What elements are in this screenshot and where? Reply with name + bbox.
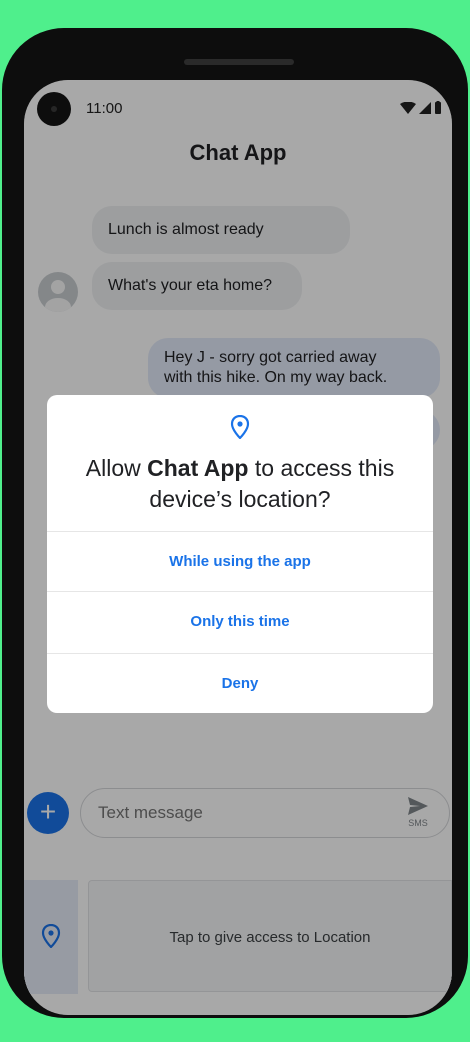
location-permission-dialog: Allow Chat App to access this device’s l… bbox=[47, 395, 433, 713]
device-screen: 11:00 Chat App Lunch is almost ready Wha… bbox=[24, 80, 452, 1015]
dialog-title-line2: device’s location? bbox=[149, 486, 331, 512]
dialog-title: Allow Chat App to access this device’s l… bbox=[71, 453, 409, 515]
while-using-app-button[interactable]: While using the app bbox=[47, 531, 433, 591]
phone-frame: 11:00 Chat App Lunch is almost ready Wha… bbox=[2, 28, 468, 1018]
dialog-title-prefix: Allow bbox=[85, 455, 148, 481]
speaker-grille bbox=[184, 59, 294, 65]
only-this-time-button[interactable]: Only this time bbox=[47, 591, 433, 651]
deny-button[interactable]: Deny bbox=[47, 653, 433, 713]
dialog-title-app-name: Chat App bbox=[147, 455, 249, 481]
dialog-title-suffix: to access this bbox=[248, 455, 395, 481]
location-pin-icon bbox=[230, 414, 250, 444]
